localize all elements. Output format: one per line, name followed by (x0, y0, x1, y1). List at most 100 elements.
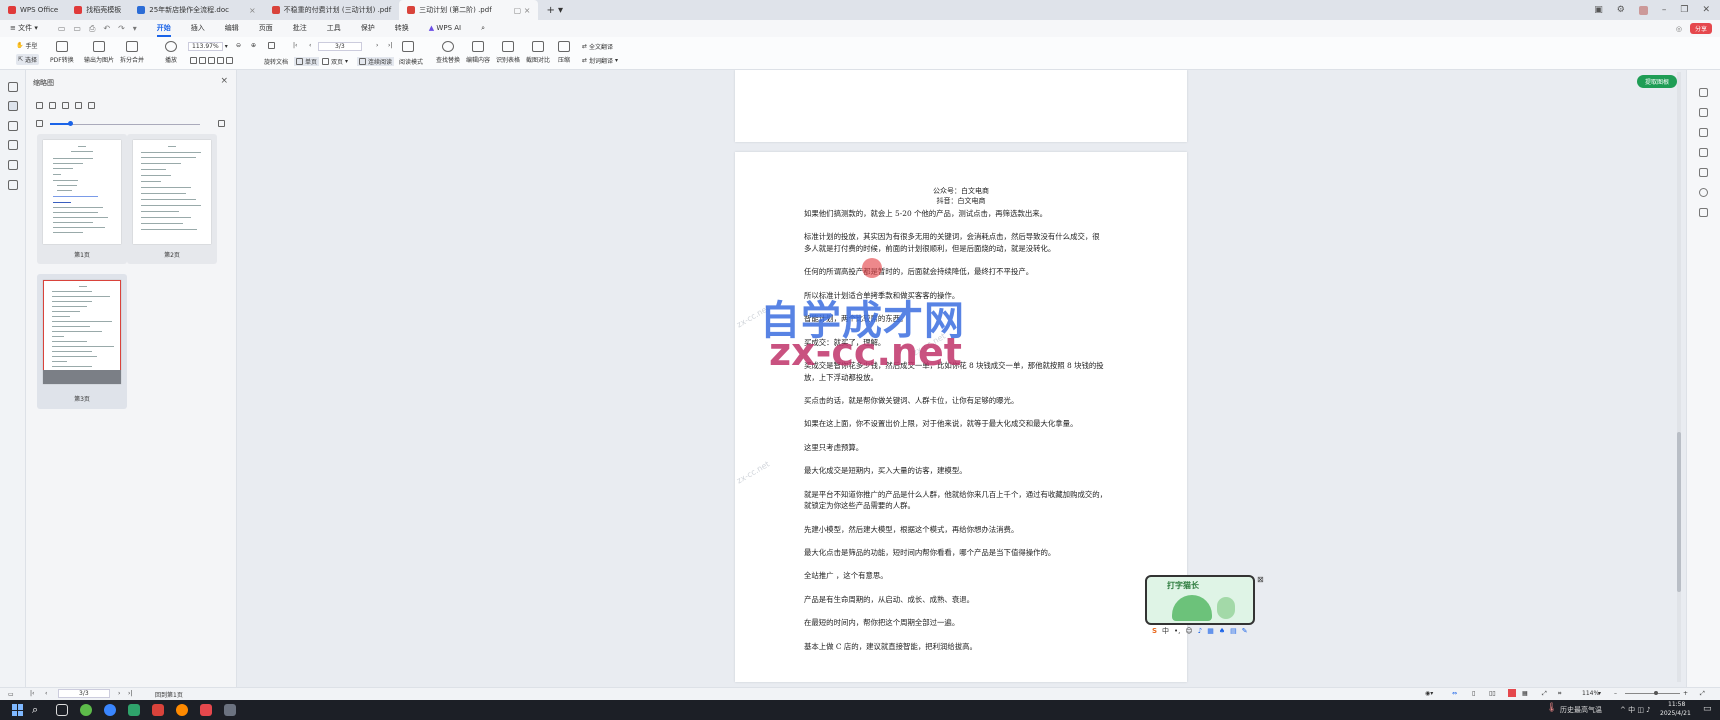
rotate-icon[interactable] (226, 57, 233, 64)
bookmark-icon[interactable] (8, 82, 18, 92)
fullscreen-icon[interactable]: ⤢ (1700, 690, 1705, 698)
insert-page-icon[interactable] (49, 102, 56, 109)
sogou-icon[interactable]: S (1152, 627, 1157, 635)
weather-text[interactable]: 历史最高气温 (1560, 705, 1602, 715)
app-icon[interactable] (224, 704, 236, 716)
next-page-icon[interactable]: › (376, 42, 378, 49)
sidebar-toggle-icon[interactable]: ▭ (8, 691, 14, 698)
zoom-select[interactable]: 113.97% ▾ (188, 42, 228, 51)
search-icon[interactable]: ⌕ (32, 704, 44, 716)
fit-width-icon[interactable]: ⇔ (1452, 690, 1457, 697)
undo-icon[interactable]: ↶ (103, 24, 110, 34)
edit-content-button[interactable]: 编辑内容 (466, 41, 490, 64)
zoom-slider-thumb[interactable] (1654, 691, 1658, 695)
tab-pdf-1[interactable]: 不稳重的付费计划 (三动计划) .pdf (264, 0, 400, 20)
skin-icon[interactable]: ✎ (1242, 627, 1248, 635)
search-icon[interactable] (1699, 108, 1708, 117)
shirt-icon[interactable]: ♠ (1219, 627, 1225, 635)
close-icon[interactable]: ▢ × (514, 6, 531, 15)
continuous-read-button[interactable]: 连续阅读 (357, 57, 395, 66)
thumbnail-page-2[interactable]: 第2页 (127, 134, 217, 264)
thumbnail-page-3[interactable]: 第3页 (37, 274, 127, 409)
wps-icon[interactable] (152, 704, 164, 716)
split-merge-button[interactable]: 拆分合并 (120, 41, 144, 64)
zoom-in-icon[interactable]: + (1683, 690, 1688, 697)
fit-width-icon[interactable] (190, 57, 197, 64)
thumb-size-slider[interactable] (36, 120, 226, 128)
windows-start-icon[interactable] (12, 704, 24, 716)
fullscreen-icon[interactable]: ⤢ (1542, 690, 1547, 698)
comment-icon[interactable] (8, 121, 18, 131)
tab-template[interactable]: 找稻壳模板 (66, 0, 129, 20)
translate-icon[interactable] (1699, 128, 1708, 137)
notification-icon[interactable]: ▭ (1703, 704, 1712, 714)
ocr-table-button[interactable]: 识别表格 (496, 41, 520, 64)
menu-home[interactable]: 开始 (147, 20, 181, 37)
punct-icon[interactable]: •, (1174, 627, 1180, 635)
thumbnail-page-1[interactable]: 第1页 (37, 134, 127, 264)
avatar[interactable] (1638, 5, 1648, 15)
menu-comment[interactable]: 批注 (283, 20, 317, 37)
single-page-button[interactable]: 单页 (294, 57, 320, 66)
zoom-out-icon[interactable]: ⊖ (236, 42, 241, 49)
zoom-slider[interactable] (1625, 693, 1680, 694)
menu-insert[interactable]: 插入 (181, 20, 215, 37)
app-icon[interactable] (128, 704, 140, 716)
tab-pdf-2[interactable]: 三动计划 (第二阶) .pdf ▢ × (399, 0, 539, 20)
read-mode-button[interactable]: 阅读模式 (399, 57, 423, 66)
extract-button[interactable]: 提取图根 (1637, 75, 1678, 88)
menu-convert[interactable]: 转换 (385, 20, 419, 37)
menu-file[interactable]: ≡ 文件 ▾ (0, 20, 48, 37)
browser-icon[interactable] (104, 704, 116, 716)
zoom-out-icon[interactable]: – (1614, 690, 1617, 697)
chevron-down-icon[interactable]: ▾ (1598, 690, 1601, 697)
close-icon[interactable]: ⊠ (1257, 575, 1264, 584)
menu-protect[interactable]: 保护 (351, 20, 385, 37)
wechat-icon[interactable] (80, 704, 92, 716)
share-icon[interactable] (1699, 208, 1708, 217)
select-tool-button[interactable]: ⇱ 选择 (16, 54, 40, 65)
emoji-icon[interactable]: ☺ (1185, 627, 1192, 635)
redo-icon[interactable]: ↷ (118, 24, 125, 34)
save-icon[interactable]: ▭ (73, 24, 81, 34)
cloud-icon[interactable]: ◎ (1676, 25, 1682, 33)
first-page-icon[interactable]: |‹ (293, 42, 297, 49)
open-icon[interactable]: ▭ (58, 24, 66, 34)
window-layout-icon[interactable]: ▣ (1594, 5, 1603, 15)
compare-icon[interactable] (1699, 168, 1708, 177)
new-tab-button[interactable]: + ▾ (538, 0, 571, 20)
toolbox-icon[interactable]: ▤ (1230, 627, 1237, 635)
settings-icon[interactable]: ⚙ (1617, 5, 1625, 15)
single-page-icon[interactable]: ▯ (1472, 690, 1475, 697)
export-page-icon[interactable] (62, 102, 69, 109)
menu-tools[interactable]: 工具 (317, 20, 351, 37)
chat-icon[interactable] (1699, 88, 1708, 97)
document-view[interactable]: 公众号：白文电商 抖音：白文电商 如果他们搞测款的，就会上 5-20 个他的产品… (237, 70, 1686, 687)
next-page-icon[interactable]: › (118, 690, 120, 697)
app-icon[interactable] (176, 704, 188, 716)
actual-size-icon[interactable] (199, 57, 206, 64)
zoom-in-icon[interactable]: ⊕ (251, 42, 256, 49)
vertical-scrollbar[interactable] (1677, 72, 1681, 682)
tray-icons[interactable]: ^ 中 ◫ ♪ (1620, 705, 1651, 715)
wps-active-icon[interactable] (200, 704, 212, 716)
prev-page-icon[interactable]: ‹ (309, 42, 311, 49)
close-window-icon[interactable]: ✕ (1702, 5, 1710, 15)
ime-lang[interactable]: 中 (1162, 626, 1169, 636)
copy-icon[interactable] (217, 57, 224, 64)
layers-icon[interactable] (8, 180, 18, 190)
record-icon[interactable] (1508, 689, 1516, 697)
mascot-widget[interactable]: 打字猫长 (1145, 575, 1255, 625)
prev-page-icon[interactable]: ‹ (45, 690, 47, 697)
menu-wps-ai[interactable]: ▲ WPS AI (419, 20, 471, 37)
rotate-doc-button[interactable]: 旋转文档 (264, 57, 288, 66)
grid-view-icon[interactable] (36, 102, 43, 109)
signature-icon[interactable] (8, 160, 18, 170)
crop-icon[interactable]: ⌗ (1558, 690, 1561, 698)
clock[interactable]: 11:58 (1668, 701, 1685, 708)
replace-page-icon[interactable] (88, 102, 95, 109)
search-icon[interactable]: ⌕ (471, 20, 495, 37)
mic-icon[interactable]: ♪ (1198, 627, 1202, 635)
zoom-value[interactable]: 114% (1582, 690, 1599, 697)
compress-button[interactable]: 压缩 (558, 41, 570, 64)
